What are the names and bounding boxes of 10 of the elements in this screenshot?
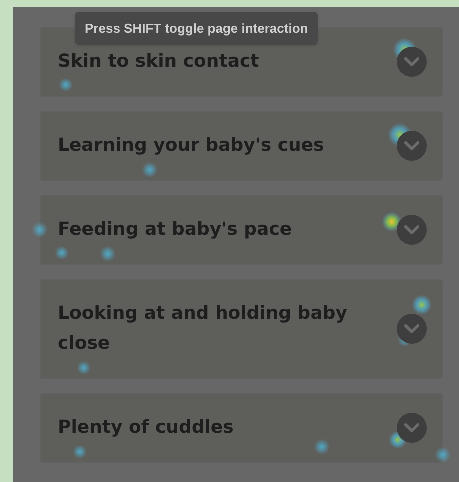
accordion-header[interactable]: Feeding at baby's pace [40, 195, 443, 265]
accordion-header[interactable]: Plenty of cuddles [40, 393, 443, 463]
accordion-header[interactable]: Looking at and holding baby close [40, 279, 443, 379]
accordion-header[interactable]: Learning your baby's cues [40, 111, 443, 181]
section-title: Feeding at baby's pace [58, 218, 292, 242]
section-title: Learning your baby's cues [58, 134, 324, 158]
tooltip: Press SHIFT toggle page interaction [75, 12, 318, 45]
section-title: Plenty of cuddles [58, 416, 234, 440]
section-title: Skin to skin contact [58, 50, 260, 74]
section-title: Looking at and holding baby close [58, 302, 348, 356]
